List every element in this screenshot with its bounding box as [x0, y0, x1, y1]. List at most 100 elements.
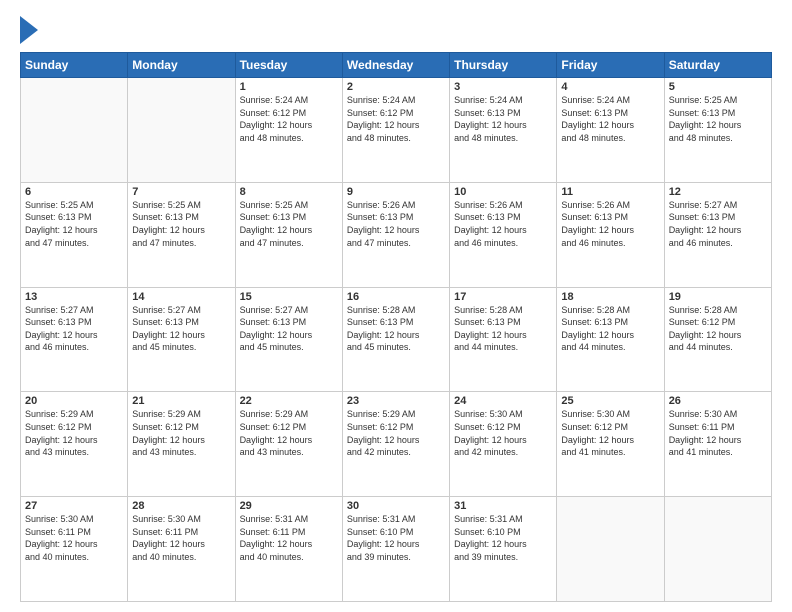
calendar-cell: 15Sunrise: 5:27 AM Sunset: 6:13 PM Dayli… — [235, 287, 342, 392]
calendar-cell — [21, 78, 128, 183]
day-info: Sunrise: 5:31 AM Sunset: 6:10 PM Dayligh… — [347, 513, 445, 563]
day-number: 14 — [132, 291, 230, 303]
weekday-header-tuesday: Tuesday — [235, 53, 342, 78]
weekday-header-row: SundayMondayTuesdayWednesdayThursdayFrid… — [21, 53, 772, 78]
day-number: 29 — [240, 500, 338, 512]
day-info: Sunrise: 5:26 AM Sunset: 6:13 PM Dayligh… — [347, 199, 445, 249]
day-number: 26 — [669, 395, 767, 407]
day-number: 24 — [454, 395, 552, 407]
day-number: 25 — [561, 395, 659, 407]
calendar-cell: 22Sunrise: 5:29 AM Sunset: 6:12 PM Dayli… — [235, 392, 342, 497]
calendar-cell: 19Sunrise: 5:28 AM Sunset: 6:12 PM Dayli… — [664, 287, 771, 392]
day-info: Sunrise: 5:24 AM Sunset: 6:13 PM Dayligh… — [561, 94, 659, 144]
day-number: 17 — [454, 291, 552, 303]
weekday-header-thursday: Thursday — [450, 53, 557, 78]
week-row-4: 20Sunrise: 5:29 AM Sunset: 6:12 PM Dayli… — [21, 392, 772, 497]
calendar-cell — [128, 78, 235, 183]
week-row-1: 1 Sunrise: 5:24 AM Sunset: 6:12 PM Daylig… — [21, 78, 772, 183]
calendar-cell: 30Sunrise: 5:31 AM Sunset: 6:10 PM Dayli… — [342, 497, 449, 602]
page: SundayMondayTuesdayWednesdayThursdayFrid… — [0, 0, 792, 612]
day-info: Sunrise: 5:29 AM Sunset: 6:12 PM Dayligh… — [132, 408, 230, 458]
day-info: Sunrise: 5:25 AM Sunset: 6:13 PM Dayligh… — [25, 199, 123, 249]
day-info: Sunrise: 5:31 AM Sunset: 6:11 PM Dayligh… — [240, 513, 338, 563]
calendar-cell: 5Sunrise: 5:25 AM Sunset: 6:13 PM Daylig… — [664, 78, 771, 183]
calendar-cell: 17Sunrise: 5:28 AM Sunset: 6:13 PM Dayli… — [450, 287, 557, 392]
day-number: 19 — [669, 291, 767, 303]
calendar-cell: 12Sunrise: 5:27 AM Sunset: 6:13 PM Dayli… — [664, 182, 771, 287]
calendar-cell: 31Sunrise: 5:31 AM Sunset: 6:10 PM Dayli… — [450, 497, 557, 602]
day-number: 22 — [240, 395, 338, 407]
day-number: 7 — [132, 186, 230, 198]
calendar-cell: 20Sunrise: 5:29 AM Sunset: 6:12 PM Dayli… — [21, 392, 128, 497]
header — [20, 16, 772, 44]
day-number: 20 — [25, 395, 123, 407]
calendar-cell: 24Sunrise: 5:30 AM Sunset: 6:12 PM Dayli… — [450, 392, 557, 497]
calendar-cell: 10Sunrise: 5:26 AM Sunset: 6:13 PM Dayli… — [450, 182, 557, 287]
day-info: Sunrise: 5:27 AM Sunset: 6:13 PM Dayligh… — [669, 199, 767, 249]
day-info: Sunrise: 5:30 AM Sunset: 6:12 PM Dayligh… — [561, 408, 659, 458]
day-number: 1 — [240, 81, 338, 93]
day-number: 3 — [454, 81, 552, 93]
calendar-cell: 7Sunrise: 5:25 AM Sunset: 6:13 PM Daylig… — [128, 182, 235, 287]
week-row-2: 6Sunrise: 5:25 AM Sunset: 6:13 PM Daylig… — [21, 182, 772, 287]
day-number: 30 — [347, 500, 445, 512]
logo — [20, 16, 40, 44]
day-number: 27 — [25, 500, 123, 512]
day-number: 10 — [454, 186, 552, 198]
calendar-cell: 9Sunrise: 5:26 AM Sunset: 6:13 PM Daylig… — [342, 182, 449, 287]
calendar-cell: 6Sunrise: 5:25 AM Sunset: 6:13 PM Daylig… — [21, 182, 128, 287]
day-info: Sunrise: 5:30 AM Sunset: 6:11 PM Dayligh… — [669, 408, 767, 458]
day-info: Sunrise: 5:29 AM Sunset: 6:12 PM Dayligh… — [240, 408, 338, 458]
day-info: Sunrise: 5:28 AM Sunset: 6:13 PM Dayligh… — [454, 304, 552, 354]
calendar-cell: 16Sunrise: 5:28 AM Sunset: 6:13 PM Dayli… — [342, 287, 449, 392]
calendar-cell: 1Sunrise: 5:24 AM Sunset: 6:12 PM Daylig… — [235, 78, 342, 183]
day-number: 15 — [240, 291, 338, 303]
calendar-cell: 18Sunrise: 5:28 AM Sunset: 6:13 PM Dayli… — [557, 287, 664, 392]
calendar-cell — [557, 497, 664, 602]
calendar-table: SundayMondayTuesdayWednesdayThursdayFrid… — [20, 52, 772, 602]
day-info: Sunrise: 5:27 AM Sunset: 6:13 PM Dayligh… — [25, 304, 123, 354]
day-info: Sunrise: 5:28 AM Sunset: 6:13 PM Dayligh… — [561, 304, 659, 354]
day-info: Sunrise: 5:27 AM Sunset: 6:13 PM Dayligh… — [132, 304, 230, 354]
calendar-cell: 26Sunrise: 5:30 AM Sunset: 6:11 PM Dayli… — [664, 392, 771, 497]
day-number: 4 — [561, 81, 659, 93]
day-info: Sunrise: 5:27 AM Sunset: 6:13 PM Dayligh… — [240, 304, 338, 354]
day-info: Sunrise: 5:24 AM Sunset: 6:13 PM Dayligh… — [454, 94, 552, 144]
calendar-cell: 11Sunrise: 5:26 AM Sunset: 6:13 PM Dayli… — [557, 182, 664, 287]
calendar-cell: 29Sunrise: 5:31 AM Sunset: 6:11 PM Dayli… — [235, 497, 342, 602]
calendar-cell: 27Sunrise: 5:30 AM Sunset: 6:11 PM Dayli… — [21, 497, 128, 602]
day-number: 8 — [240, 186, 338, 198]
calendar-cell: 13Sunrise: 5:27 AM Sunset: 6:13 PM Dayli… — [21, 287, 128, 392]
day-info: Sunrise: 5:26 AM Sunset: 6:13 PM Dayligh… — [561, 199, 659, 249]
calendar-cell: 3Sunrise: 5:24 AM Sunset: 6:13 PM Daylig… — [450, 78, 557, 183]
day-info: Sunrise: 5:25 AM Sunset: 6:13 PM Dayligh… — [132, 199, 230, 249]
calendar-cell: 2Sunrise: 5:24 AM Sunset: 6:12 PM Daylig… — [342, 78, 449, 183]
calendar-cell: 28Sunrise: 5:30 AM Sunset: 6:11 PM Dayli… — [128, 497, 235, 602]
weekday-header-friday: Friday — [557, 53, 664, 78]
day-info: Sunrise: 5:29 AM Sunset: 6:12 PM Dayligh… — [25, 408, 123, 458]
day-number: 21 — [132, 395, 230, 407]
day-number: 28 — [132, 500, 230, 512]
day-info: Sunrise: 5:28 AM Sunset: 6:13 PM Dayligh… — [347, 304, 445, 354]
day-info: Sunrise: 5:25 AM Sunset: 6:13 PM Dayligh… — [240, 199, 338, 249]
day-number: 18 — [561, 291, 659, 303]
weekday-header-sunday: Sunday — [21, 53, 128, 78]
day-info: Sunrise: 5:25 AM Sunset: 6:13 PM Dayligh… — [669, 94, 767, 144]
week-row-5: 27 Sunrise: 5:30 AM Sunset: 6:11 PM Dayli… — [21, 497, 772, 602]
calendar-cell: 21Sunrise: 5:29 AM Sunset: 6:12 PM Dayli… — [128, 392, 235, 497]
calendar-cell — [664, 497, 771, 602]
logo-icon — [20, 16, 38, 44]
calendar-cell: 25Sunrise: 5:30 AM Sunset: 6:12 PM Dayli… — [557, 392, 664, 497]
day-number: 12 — [669, 186, 767, 198]
weekday-header-monday: Monday — [128, 53, 235, 78]
day-info: Sunrise: 5:30 AM Sunset: 6:12 PM Dayligh… — [454, 408, 552, 458]
day-info: Sunrise: 5:24 AM Sunset: 6:12 PM Dayligh… — [347, 94, 445, 144]
day-number: 31 — [454, 500, 552, 512]
calendar-cell: 14Sunrise: 5:27 AM Sunset: 6:13 PM Dayli… — [128, 287, 235, 392]
weekday-header-saturday: Saturday — [664, 53, 771, 78]
day-info: Sunrise: 5:30 AM Sunset: 6:11 PM Dayligh… — [132, 513, 230, 563]
day-number: 5 — [669, 81, 767, 93]
day-number: 6 — [25, 186, 123, 198]
day-number: 9 — [347, 186, 445, 198]
week-row-3: 13Sunrise: 5:27 AM Sunset: 6:13 PM Dayli… — [21, 287, 772, 392]
